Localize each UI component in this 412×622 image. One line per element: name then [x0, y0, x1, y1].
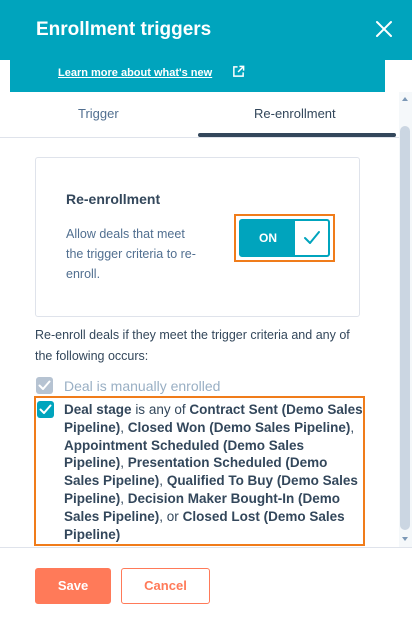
- checkmark-icon: [304, 231, 320, 244]
- save-button[interactable]: Save: [35, 568, 111, 604]
- panel-header: Enrollment triggers: [0, 0, 412, 60]
- criteria-value: Closed Won (Demo Sales Pipeline): [127, 419, 351, 435]
- deal-stage-criteria: Deal stage is any of Contract Sent (Demo…: [64, 402, 363, 542]
- tab-trigger[interactable]: Trigger: [78, 106, 119, 121]
- deal-stage-checkbox[interactable]: [37, 401, 54, 418]
- close-icon[interactable]: [372, 17, 396, 41]
- criteria-property: Deal stage: [64, 402, 132, 417]
- re-enrollment-toggle[interactable]: ON: [239, 219, 330, 257]
- re-enrollment-heading: Re-enrollment: [66, 191, 161, 207]
- checkbox-check-icon: [38, 380, 51, 390]
- learn-more-link[interactable]: Learn more about what's new: [58, 67, 212, 79]
- criteria-intro: Re-enroll deals if they meet the trigger…: [35, 328, 350, 363]
- scrollbar-thumb[interactable]: [400, 126, 410, 530]
- manually-enrolled-label: Deal is manually enrolled: [64, 378, 221, 394]
- active-tab-indicator: [198, 133, 396, 137]
- criteria-operator: is any of: [135, 402, 186, 417]
- criteria-conjunction: , or: [159, 508, 179, 524]
- external-link-icon[interactable]: [232, 65, 245, 78]
- toggle-on-label: ON: [241, 221, 295, 255]
- scroll-down-icon[interactable]: [402, 536, 408, 542]
- re-enrollment-description: Allow deals that meet the trigger criter…: [66, 227, 196, 281]
- tab-re-enrollment[interactable]: Re-enrollment: [254, 106, 336, 121]
- option-manually-enrolled: Deal is manually enrolled: [36, 376, 366, 396]
- whats-new-banner: Learn more about what's new: [10, 60, 385, 92]
- cancel-button[interactable]: Cancel: [121, 568, 210, 604]
- panel-title: Enrollment triggers: [36, 19, 212, 40]
- panel-footer: Save Cancel: [0, 547, 412, 622]
- tab-bar: Trigger Re-enrollment: [0, 92, 400, 138]
- manually-enrolled-checkbox[interactable]: [36, 377, 53, 394]
- checkbox-check-icon: [39, 404, 52, 414]
- scroll-up-icon[interactable]: [402, 96, 408, 102]
